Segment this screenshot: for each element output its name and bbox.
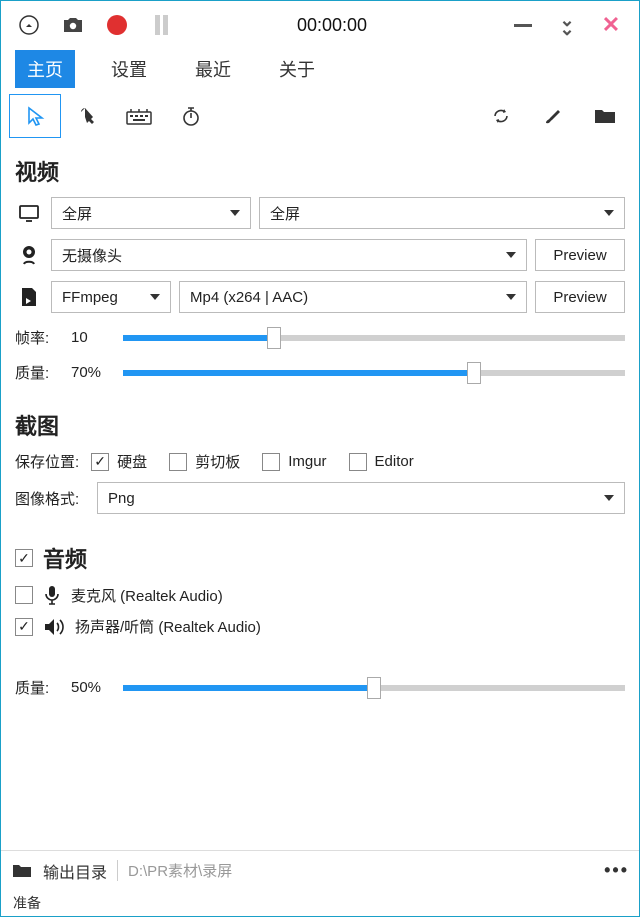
- keyboard-mode-button[interactable]: [113, 94, 165, 138]
- more-button[interactable]: •••: [604, 860, 629, 881]
- format-select[interactable]: Mp4 (x264 | AAC): [179, 281, 527, 313]
- record-button[interactable]: [95, 3, 139, 47]
- camera-value: 无摄像头: [62, 245, 122, 266]
- output-path-field[interactable]: D:\PR素材\录屏: [117, 860, 594, 881]
- audio-section-title: 音频: [43, 542, 87, 574]
- format-value: Mp4 (x264 | AAC): [190, 289, 308, 306]
- encoder-select[interactable]: FFmpeg: [51, 281, 171, 313]
- mode-toolbar: [1, 89, 639, 143]
- tab-recent[interactable]: 最近: [183, 50, 243, 88]
- video-quality-slider-row: 质量: 70%: [15, 362, 625, 383]
- speaker-label: 扬声器/听筒 (Realtek Audio): [75, 616, 261, 637]
- folder-button[interactable]: [579, 94, 631, 138]
- collapse-button[interactable]: ⌄⌄: [545, 3, 589, 47]
- audio-quality-label: 质量:: [15, 677, 61, 698]
- save-editor-checkbox[interactable]: Editor: [349, 453, 414, 471]
- pause-button[interactable]: [139, 3, 183, 47]
- image-format-select[interactable]: Png: [97, 482, 625, 514]
- refresh-button[interactable]: [475, 94, 527, 138]
- folder-icon: [11, 862, 33, 880]
- encoder-row: FFmpeg Mp4 (x264 | AAC) Preview: [15, 281, 625, 313]
- audio-quality-slider[interactable]: [123, 685, 625, 691]
- microphone-label: 麦克风 (Realtek Audio): [71, 585, 223, 606]
- video-quality-label: 质量:: [15, 362, 61, 383]
- timer-mode-button[interactable]: [165, 94, 217, 138]
- screen-mode-value: 全屏: [62, 203, 92, 224]
- expand-button[interactable]: [7, 3, 51, 47]
- output-label: 输出目录: [43, 859, 107, 883]
- video-quality-value: 70%: [71, 364, 113, 381]
- tab-settings[interactable]: 设置: [99, 50, 159, 88]
- main-tabs: 主页 设置 最近 关于: [1, 49, 639, 89]
- screen-target-value: 全屏: [270, 203, 300, 224]
- framerate-slider-row: 帧率: 10: [15, 327, 625, 348]
- screen-mode-select[interactable]: 全屏: [51, 197, 251, 229]
- status-bar: 准备: [1, 890, 639, 916]
- video-section-title: 视频: [15, 155, 625, 187]
- framerate-slider[interactable]: [123, 335, 625, 341]
- cursor-mode-button[interactable]: [9, 94, 61, 138]
- save-location-label: 保存位置:: [15, 451, 79, 472]
- click-mode-button[interactable]: [61, 94, 113, 138]
- speaker-icon: [43, 617, 65, 637]
- file-video-icon: [15, 286, 43, 308]
- image-format-label: 图像格式:: [15, 488, 89, 509]
- close-button[interactable]: ✕: [589, 3, 633, 47]
- screen-selection-row: 全屏 全屏: [15, 197, 625, 229]
- timer-display: 00:00:00: [297, 15, 387, 36]
- audio-enable-checkbox[interactable]: ✓: [15, 549, 33, 567]
- audio-enable-row: ✓ 音频: [15, 542, 625, 574]
- camera-select[interactable]: 无摄像头: [51, 239, 527, 271]
- camera-row: 无摄像头 Preview: [15, 239, 625, 271]
- framerate-label: 帧率:: [15, 327, 61, 348]
- video-quality-slider[interactable]: [123, 370, 625, 376]
- speaker-checkbox[interactable]: ✓: [15, 618, 33, 636]
- tab-about[interactable]: 关于: [267, 50, 327, 88]
- tab-home[interactable]: 主页: [15, 50, 75, 88]
- monitor-icon: [15, 203, 43, 223]
- format-preview-button[interactable]: Preview: [535, 281, 625, 313]
- audio-quality-slider-row: 质量: 50%: [15, 677, 625, 698]
- save-clipboard-checkbox[interactable]: 剪切板: [169, 451, 240, 472]
- camera-preview-button[interactable]: Preview: [535, 239, 625, 271]
- save-disk-checkbox[interactable]: ✓硬盘: [91, 451, 147, 472]
- image-format-value: Png: [108, 490, 135, 507]
- microphone-checkbox[interactable]: [15, 586, 33, 604]
- output-bar: 输出目录 D:\PR素材\录屏 •••: [1, 850, 639, 890]
- screen-target-select[interactable]: 全屏: [259, 197, 625, 229]
- audio-quality-value: 50%: [71, 679, 113, 696]
- microphone-row: 麦克风 (Realtek Audio): [15, 584, 625, 606]
- encoder-value: FFmpeg: [62, 289, 118, 306]
- screenshot-section-title: 截图: [15, 409, 625, 441]
- brush-button[interactable]: [527, 94, 579, 138]
- image-format-row: 图像格式: Png: [15, 482, 625, 514]
- minimize-button[interactable]: [501, 3, 545, 47]
- framerate-value: 10: [71, 329, 113, 346]
- main-content: 视频 全屏 全屏 无摄像头 Preview FFmpeg Mp4 (x264 |…: [1, 143, 639, 850]
- save-location-row: 保存位置: ✓硬盘 剪切板 Imgur Editor: [15, 451, 625, 472]
- microphone-icon: [43, 584, 61, 606]
- screenshot-button[interactable]: [51, 3, 95, 47]
- webcam-icon: [15, 244, 43, 266]
- save-imgur-checkbox[interactable]: Imgur: [262, 453, 326, 471]
- window-toolbar: 00:00:00 ⌄⌄ ✕: [1, 1, 639, 49]
- speaker-row: ✓ 扬声器/听筒 (Realtek Audio): [15, 616, 625, 637]
